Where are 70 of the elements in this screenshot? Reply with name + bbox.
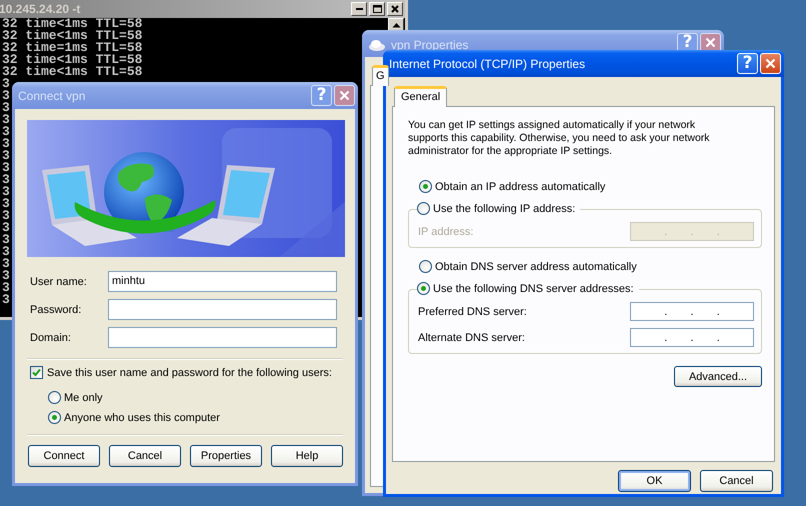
window-title: 10.245.24.20 -t (0, 2, 80, 16)
radio-label: Obtain an IP address automatically (435, 180, 606, 192)
close-icon (765, 58, 776, 69)
window-title: vpn Properties (391, 38, 470, 52)
radio-button[interactable] (417, 282, 430, 295)
description-text: You can get IP settings assigned automatically if your network supports this capability. Otherwise, you need to ask your network administrator for the appropriate IP settings. (408, 119, 711, 158)
console-line: 3 (2, 258, 10, 270)
radio-label: Me only (64, 392, 103, 404)
radio-label: Obtain DNS server address automatically (435, 260, 637, 272)
radio-button[interactable] (419, 180, 432, 193)
ip-separator: . (716, 306, 720, 318)
checkbox-label: Save this user name and password for the following users: (47, 366, 332, 378)
console-line: 3 (2, 162, 10, 174)
maximize-icon (372, 5, 382, 13)
close-icon (339, 90, 350, 101)
radio-label: Use the following DNS server addresses: (433, 282, 634, 294)
window-title: Connect vpn (18, 88, 86, 102)
radio-button[interactable] (417, 202, 430, 215)
console-line: 3 (2, 90, 10, 102)
tab[interactable]: General (394, 86, 448, 107)
console-line: 3 (2, 234, 10, 246)
console-line: 32 time<1ms TTL=58 (2, 54, 142, 66)
console-line: 32 time<1ms TTL=58 (2, 66, 142, 78)
minimize-icon (356, 8, 362, 10)
ip-separator: . (690, 226, 694, 238)
up-arrow-icon (392, 22, 400, 28)
advanced-button[interactable]: Advanced... (674, 366, 762, 387)
field-label: User name: (30, 276, 88, 288)
console-line: 3 (2, 126, 10, 138)
dialog-button[interactable]: Cancel (700, 470, 773, 492)
console-line: 3 (2, 246, 10, 258)
field-label: Password: (30, 304, 82, 316)
cloud-icon (368, 38, 386, 52)
ip-separator: . (664, 226, 668, 238)
console-line: 3 (2, 138, 10, 150)
ip-separator: . (716, 332, 720, 344)
console-line: 3 (2, 210, 10, 222)
console-line: 3 (2, 270, 10, 282)
console-line: 3 (2, 102, 10, 114)
ip-separator: . (716, 226, 720, 238)
console-line: 3 (2, 150, 10, 162)
console-line: 3 (2, 114, 10, 126)
field-label: Domain: (30, 332, 72, 344)
radio-label: Anyone who uses this computer (64, 412, 220, 424)
console-line: 3 (2, 198, 10, 210)
console-line: 3 (2, 294, 10, 306)
ip-separator: . (664, 332, 668, 344)
console-line: 3 (2, 282, 10, 294)
field-label: IP address: (418, 226, 474, 238)
close-icon (391, 5, 399, 13)
check-icon (32, 368, 41, 377)
console-line: 3 (2, 222, 10, 234)
ip-separator: . (664, 306, 668, 318)
ip-address-field[interactable]: . . . (630, 302, 754, 321)
close-icon (705, 36, 716, 48)
dialog-button[interactable]: OK (618, 470, 691, 492)
ip-separator: . (690, 306, 694, 318)
ip-address-field[interactable]: . . . (630, 328, 754, 347)
console-line: 32 time<1ms TTL=58 (2, 30, 142, 42)
radio-label: Use the following IP address: (433, 202, 576, 214)
console-line: 3 (2, 174, 10, 186)
console-line: 3 (2, 78, 10, 90)
ip-separator: . (690, 332, 694, 344)
console-line: 32 time=1ms TTL=58 (2, 42, 142, 54)
radio-button[interactable] (419, 260, 432, 273)
field-label: Alternate DNS server: (418, 332, 525, 344)
window-title: Internet Protocol (TCP/IP) Properties (389, 56, 586, 70)
field-label: Preferred DNS server: (418, 306, 527, 318)
help-button[interactable]: ? (737, 53, 758, 74)
console-line: 3 (2, 186, 10, 198)
